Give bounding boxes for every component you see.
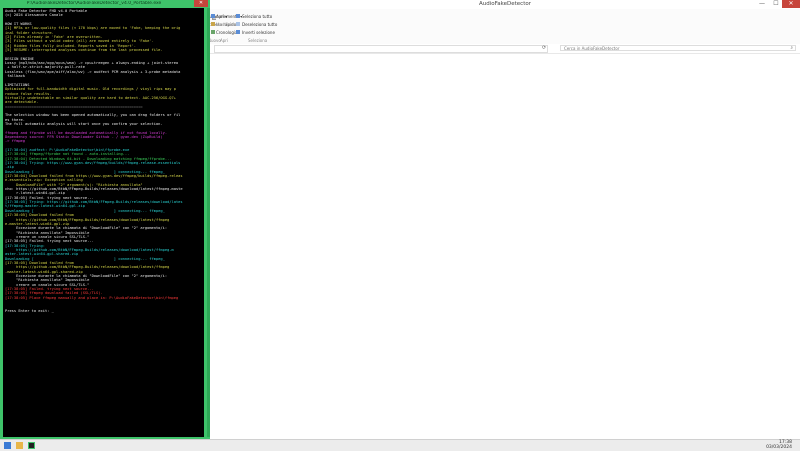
console-titlebar[interactable]: P:\AudioFakeDetector\AudioFakeDetector_v… [0, 0, 210, 8]
console-scrollbar[interactable] [207, 8, 210, 437]
system-clock[interactable]: 17:38 03/03/2024 [766, 440, 792, 450]
console-title: P:\AudioFakeDetector\AudioFakeDetector_v… [26, 1, 162, 6]
search-input[interactable]: Cerca in AudioFakeDetector ⌕ [560, 45, 796, 51]
edit-icon [211, 22, 215, 26]
explorer-ribbon: Taglia Nuovo elemento ▾ Accesso rapido ▾… [206, 9, 800, 45]
console-window: P:\AudioFakeDetector\AudioFakeDetector_v… [0, 0, 210, 440]
console-line: Lossless (flac/wav/ape/aiff/alac/wv) -> … [5, 69, 181, 74]
taskbar: 17:38 03/03/2024 [0, 439, 800, 451]
ribbon-item-open[interactable]: Apri ▾ [216, 14, 227, 19]
close-button[interactable]: ✕ [782, 0, 800, 8]
open-icon [211, 14, 215, 18]
console-lines: Audio Fake Detector FHD v4.0 Portable (c)… [5, 9, 204, 313]
console-line: The selection window has been opened aut… [5, 113, 181, 118]
explorer-title: AudioFakeDetector [478, 1, 531, 7]
console-output[interactable]: Audio Fake Detector FHD v4.0 Portable (c)… [3, 8, 204, 437]
search-placeholder: Cerca in AudioFakeDetector [564, 46, 620, 51]
explorer-titlebar[interactable]: AudioFakeDetector — ☐ ✕ [210, 0, 800, 9]
history-icon [211, 30, 215, 34]
ribbon-item-edit[interactable]: Modifica [216, 22, 233, 27]
ribbon-item-deselect-all[interactable]: Deseleziona tutto [242, 22, 277, 27]
ribbon-group-select: Seleziona [248, 38, 268, 43]
search-icon: ⌕ [790, 46, 793, 51]
file-explorer-window: AudioFakeDetector — ☐ ✕ Taglia Nuovo ele… [206, 0, 800, 439]
refresh-icon[interactable]: ⟳ [542, 45, 546, 51]
ribbon-item-history[interactable]: Cronologia [216, 30, 237, 35]
address-bar[interactable] [214, 45, 548, 53]
ribbon-group-open: Apri [220, 38, 229, 43]
address-row: ⟳ Cerca in AudioFakeDetector ⌕ [210, 44, 800, 54]
console-close-button[interactable]: ✕ [194, 0, 208, 7]
deselect-all-icon [236, 22, 240, 26]
console-line: Optimised for full-bandwidth digital mus… [5, 87, 176, 92]
select-all-icon [236, 14, 240, 18]
console-app-icon[interactable] [28, 442, 35, 449]
invert-selection-icon [236, 30, 240, 34]
file-explorer-icon[interactable] [16, 442, 23, 449]
console-line: [17:38:04] Trying: https://www.gyan.dev/… [5, 161, 181, 166]
ribbon-item-select-all[interactable]: Seleziona tutto [242, 14, 272, 19]
maximize-button[interactable]: ☐ [770, 0, 782, 8]
start-icon[interactable] [4, 442, 11, 449]
clock-date: 03/03/2024 [766, 445, 792, 450]
ribbon-item-invert-selection[interactable]: Inverti selezione [242, 30, 275, 35]
console-line: Press Enter to exit: _ [5, 308, 54, 313]
minimize-button[interactable]: — [756, 0, 768, 8]
console-line: [17:38:05] Place ffmpeg manually and pla… [5, 295, 179, 300]
